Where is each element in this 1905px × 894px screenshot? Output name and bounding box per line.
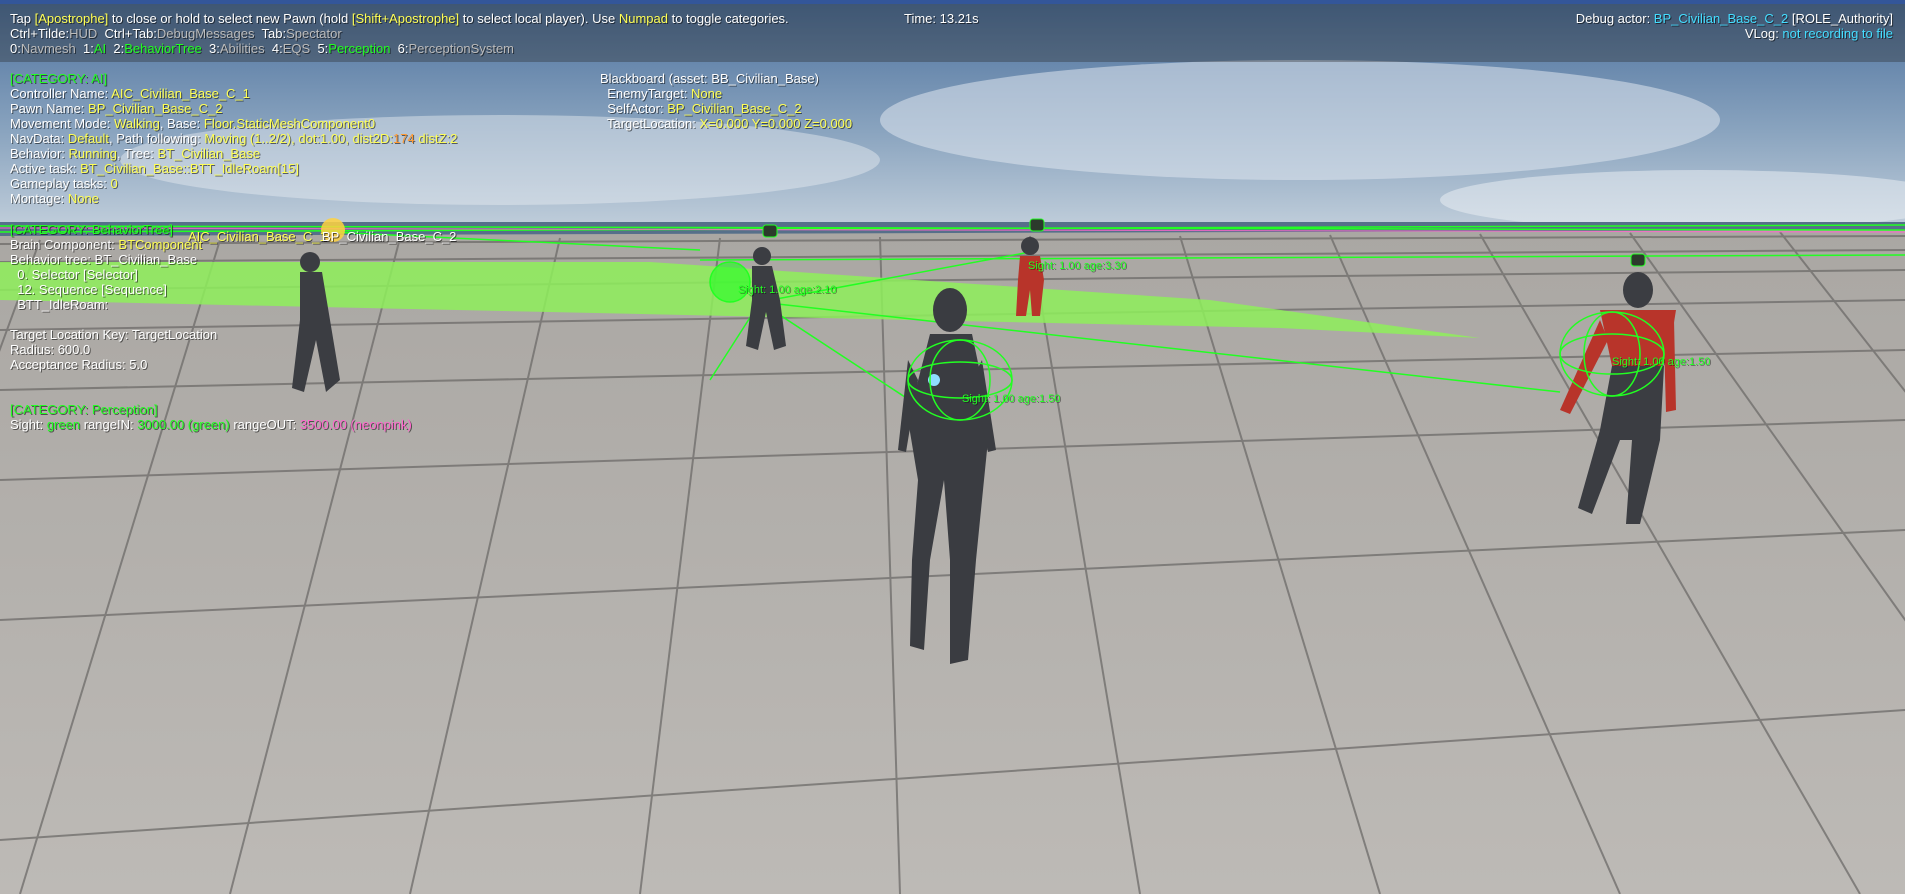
shortcut-key: Ctrl+Tilde: (10, 26, 70, 41)
category-abilities[interactable]: Abilities (220, 41, 265, 56)
dist2d-value: 174 (393, 131, 415, 146)
label: Movement Mode: (10, 116, 115, 131)
label: TargetLocation: (600, 116, 700, 131)
label: , Path following: (109, 131, 205, 146)
sight-stimulus-label: Sight: 1.00 age:2.10 (738, 284, 837, 296)
blackboard-header: Blackboard (asset: BB_Civilian_Base) (600, 71, 819, 86)
shortcut-spectator[interactable]: Spectator (286, 26, 342, 41)
shortcut-debug-messages[interactable]: DebugMessages (157, 26, 255, 41)
bt-node-selector: 0. Selector [Selector] (10, 267, 138, 282)
behaviortree-category-panel: [CATEGORY: BehaviorTree] Brain Component… (10, 222, 217, 372)
debug-actor-value[interactable]: BP_Civilian_Base_C_2 (1654, 11, 1788, 26)
label: Brain Component: (10, 237, 119, 252)
shortcut-key: Tab: (261, 26, 287, 41)
sight-stimulus-label: Sight: 1.00 age:1.50 (1612, 356, 1711, 368)
label: Pawn Name: (10, 101, 89, 116)
bt-category-header: [CATEGORY: BehaviorTree] (10, 222, 174, 237)
category-num: 4: (271, 41, 283, 56)
label: SelfActor: (600, 101, 668, 116)
category-ai[interactable]: AI (94, 41, 106, 56)
enemy-target-value: None (691, 86, 723, 101)
vlog-label: VLog: (1744, 26, 1783, 41)
navdata: Default (67, 131, 110, 146)
perception-category-header: [CATEGORY: Perception] (10, 402, 158, 417)
category-num: 6: (397, 41, 409, 56)
label: , Tree: (116, 146, 158, 161)
bt-node-task: BTT_IdleRoam: (10, 297, 109, 312)
debug-actor-role: [ROLE_Authority] (1788, 11, 1893, 26)
sight-color: green (46, 417, 81, 432)
category-num: 3: (209, 41, 220, 56)
target-location-value: X=0.000 Y=0.000 Z=0.000 (699, 116, 853, 131)
range-in-value: 3000.00 (green) (137, 417, 230, 432)
vlog-line: VLog: not recording to file (1745, 26, 1893, 41)
time-readout: Time: 13.21s (904, 11, 979, 26)
help-text: Tap (10, 11, 35, 26)
label: rangeIN: (80, 417, 138, 432)
target-location-key: Target Location Key: TargetLocation (10, 327, 218, 342)
behavior-tree-name: BT_Civilian_Base (157, 146, 261, 161)
label: , Base: (159, 116, 204, 131)
label: Controller Name: (10, 86, 112, 101)
controller-name: AIC_Civilian_Base_C_1 (111, 86, 250, 101)
behavior-state: Running (68, 146, 117, 161)
category-num: 0: (10, 41, 21, 56)
radius-value: Radius: 600.0 (10, 342, 91, 357)
sight-stimulus-label: Sight: 1.00 age:3.30 (1028, 260, 1127, 272)
category-num: 5: (317, 41, 329, 56)
label: Montage: (10, 191, 68, 206)
ai-category-panel: [CATEGORY: AI] Controller Name: AIC_Civi… (10, 71, 457, 206)
sight-stimulus-label: Sight: 1.00 age:1.50 (962, 393, 1061, 405)
category-num: 1: (83, 41, 94, 56)
debug-actor-line: Debug actor: BP_Civilian_Base_C_2 [ROLE_… (1576, 11, 1893, 26)
bt-node-sequence: 12. Sequence [Sequence] (10, 282, 167, 297)
help-text: to select local player). Use (459, 11, 619, 26)
perception-category-panel: [CATEGORY: Perception] Sight: green rang… (10, 402, 412, 432)
category-behaviortree[interactable]: BehaviorTree (124, 41, 202, 56)
movement-mode: Walking (114, 116, 160, 131)
active-task: BT_Civilian_Base::BTT_IdleRoam[15] (80, 161, 300, 176)
pawn-name: BP_Civilian_Base_C_2 (88, 101, 223, 116)
distz-value: distZ:2 (414, 131, 458, 146)
behavior-tree-line: Behavior tree: BT_Civilian_Base (10, 252, 198, 267)
blackboard-panel: Blackboard (asset: BB_Civilian_Base) Ene… (600, 71, 852, 131)
acceptance-radius-value: Acceptance Radius: 5.0 (10, 357, 148, 372)
gameplay-tasks-count: 0 (110, 176, 118, 191)
shift-apostrophe-key: [Shift+Apostrophe] (351, 11, 460, 26)
controller-world-tag: AIC_Civilian_Base_C_1 (188, 229, 327, 244)
help-text: to toggle categories. (667, 11, 789, 26)
label: Active task: (10, 161, 81, 176)
pawn-world-tag: BP_Civilian_Base_C_2 (322, 229, 457, 244)
shortcut-line: Ctrl+Tilde:HUD Ctrl+Tab:DebugMessages Ta… (10, 26, 342, 41)
label: EnemyTarget: (600, 86, 692, 101)
category-navmesh[interactable]: Navmesh (21, 41, 76, 56)
label: Gameplay tasks: (10, 176, 111, 191)
montage-value: None (67, 191, 99, 206)
label: NavData: (10, 131, 68, 146)
self-actor-value: BP_Civilian_Base_C_2 (667, 101, 802, 116)
apostrophe-key: [Apostrophe] (34, 11, 109, 26)
category-perception[interactable]: Perception (328, 41, 390, 56)
help-line: Tap [Apostrophe] to close or hold to sel… (10, 11, 789, 26)
label: Behavior: (10, 146, 69, 161)
shortcut-hud[interactable]: HUD (69, 26, 97, 41)
path-following: Moving (1..2/2), dot:1.00, dist2D: (204, 131, 394, 146)
vlog-status: not recording to file (1782, 26, 1893, 41)
category-perceptionsystem[interactable]: PerceptionSystem (409, 41, 515, 56)
category-num: 2: (113, 41, 125, 56)
label: Sight: (10, 417, 47, 432)
range-out-value: 3500.00 (neonpink) (299, 417, 412, 432)
shortcut-key: Ctrl+Tab: (104, 26, 157, 41)
help-text: to close or hold to select new Pawn (hol… (108, 11, 352, 26)
ai-category-header: [CATEGORY: AI] (10, 71, 108, 86)
movement-base: Floor.StaticMeshComponent0 (203, 116, 376, 131)
category-eqs[interactable]: EQS (283, 41, 310, 56)
numpad-key: Numpad (618, 11, 668, 26)
label: rangeOUT: (229, 417, 300, 432)
debug-actor-label: Debug actor: (1575, 11, 1654, 26)
cloud (880, 60, 1720, 180)
category-toggles: 0:Navmesh 1:AI 2:BehaviorTree 3:Abilitie… (10, 41, 514, 56)
